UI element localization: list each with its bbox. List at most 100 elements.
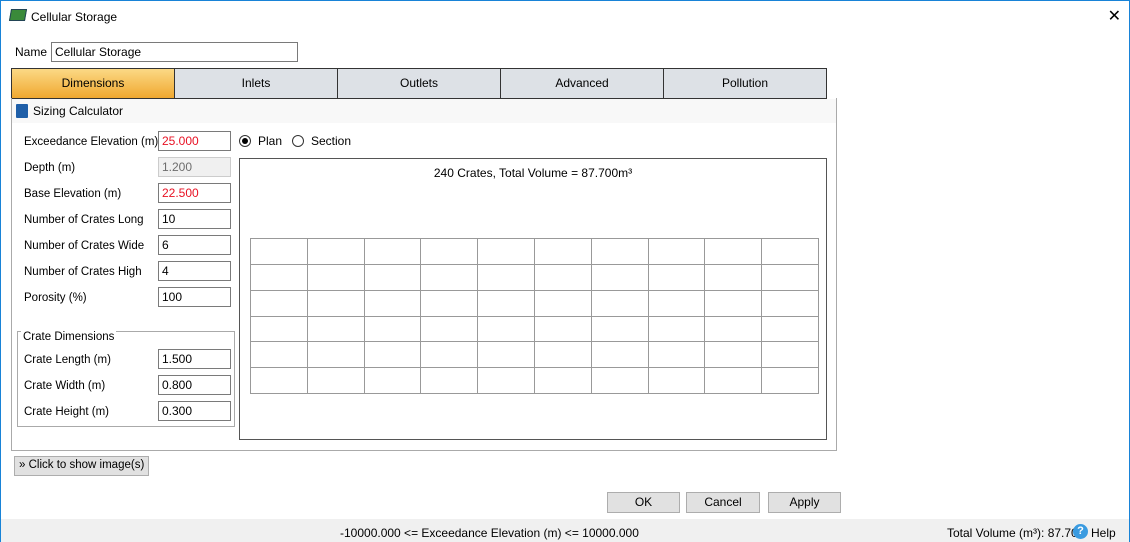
crate-cell xyxy=(251,368,308,394)
double-chevron-down-icon: » xyxy=(19,459,26,471)
crate-cell xyxy=(251,342,308,369)
crate-cell xyxy=(762,290,819,317)
section-label: Section xyxy=(311,134,352,148)
plan-label: Plan xyxy=(258,134,283,148)
show-images-button[interactable]: » Click to show image(s) xyxy=(14,456,150,476)
crate-cell xyxy=(762,239,819,265)
crate-cell xyxy=(705,342,763,369)
close-button[interactable]: ✕ xyxy=(1108,6,1121,26)
field-input[interactable] xyxy=(158,261,231,281)
apply-button[interactable]: Apply xyxy=(768,492,841,513)
cellular-storage-icon xyxy=(8,9,28,21)
crate-cell xyxy=(705,368,763,394)
crate-cell xyxy=(648,290,706,317)
crate-cell xyxy=(534,290,592,317)
crate-field-input[interactable] xyxy=(158,401,231,421)
crate-cell xyxy=(648,239,706,265)
crate-cell xyxy=(648,368,706,394)
crate-field-label: Crate Height (m) xyxy=(24,406,109,418)
crate-cell xyxy=(364,368,422,394)
crate-cell xyxy=(251,239,308,265)
crate-cell xyxy=(534,368,592,394)
name-label: Name xyxy=(15,45,48,59)
crate-cell xyxy=(307,368,365,394)
crate-cell xyxy=(534,264,592,291)
cancel-button[interactable]: Cancel xyxy=(686,492,760,513)
field-label: Depth (m) xyxy=(24,162,76,174)
field-label: Base Elevation (m) xyxy=(24,188,122,200)
crate-cell xyxy=(591,290,649,317)
crate-cell xyxy=(705,264,763,291)
calculator-icon xyxy=(16,104,28,118)
crate-cell xyxy=(307,239,365,265)
crate-cell xyxy=(705,316,763,343)
crate-cell xyxy=(591,368,649,394)
tab-inlets[interactable]: Inlets xyxy=(175,69,338,98)
total-volume: Total Volume (m³): 87.700 xyxy=(947,526,1085,540)
crate-cell xyxy=(591,264,649,291)
crate-cell xyxy=(478,368,535,394)
crate-cell xyxy=(307,342,365,369)
crate-cell xyxy=(364,342,422,369)
crate-cell xyxy=(364,239,422,265)
crate-cell xyxy=(251,264,308,291)
field-label: Number of Crates High xyxy=(24,266,142,278)
tab-pollution[interactable]: Pollution xyxy=(664,69,826,98)
crate-cell xyxy=(478,290,535,317)
crate-cell xyxy=(762,316,819,343)
crate-cell xyxy=(421,316,479,343)
crate-cell xyxy=(762,264,819,291)
dialog-window: Cellular Storage ✕ Name Dimensions Inlet… xyxy=(0,0,1130,542)
tab-dimensions[interactable]: Dimensions xyxy=(12,69,175,98)
crate-cell xyxy=(648,316,706,343)
tab-advanced[interactable]: Advanced xyxy=(501,69,664,98)
crate-cell xyxy=(534,316,592,343)
crate-cell xyxy=(421,290,479,317)
crate-cell xyxy=(762,342,819,369)
tab-bar: Dimensions Inlets Outlets Advanced Pollu… xyxy=(11,68,827,99)
field-input[interactable] xyxy=(158,287,231,307)
crate-field-label: Crate Length (m) xyxy=(24,354,111,366)
crate-cell xyxy=(591,316,649,343)
plan-radio[interactable] xyxy=(239,135,251,147)
field-label: Porosity (%) xyxy=(24,292,87,304)
field-input[interactable] xyxy=(158,235,231,255)
window-title: Cellular Storage xyxy=(31,10,118,24)
crate-cell xyxy=(421,239,479,265)
tab-outlets[interactable]: Outlets xyxy=(338,69,501,98)
crate-cell xyxy=(705,290,763,317)
help-link[interactable]: Help xyxy=(1091,526,1116,540)
ok-button[interactable]: OK xyxy=(607,492,680,513)
crate-cell xyxy=(591,342,649,369)
section-title: Sizing Calculator xyxy=(33,104,124,118)
crate-cell xyxy=(478,239,535,265)
field-label: Exceedance Elevation (m) xyxy=(24,136,159,148)
field-label: Number of Crates Long xyxy=(24,214,144,226)
crate-cell xyxy=(534,342,592,369)
crate-cell xyxy=(591,239,649,265)
crate-cell xyxy=(421,342,479,369)
crate-cell xyxy=(364,290,422,317)
crate-cell xyxy=(478,316,535,343)
crate-cell xyxy=(364,264,422,291)
name-input[interactable] xyxy=(51,42,298,62)
crate-cell xyxy=(648,342,706,369)
help-icon[interactable]: ? xyxy=(1073,524,1088,539)
crate-grid xyxy=(250,238,819,394)
crate-field-input[interactable] xyxy=(158,375,231,395)
field-input xyxy=(158,157,231,177)
crate-cell xyxy=(421,264,479,291)
crate-cell xyxy=(251,316,308,343)
section-radio[interactable] xyxy=(292,135,304,147)
crate-cell xyxy=(307,290,365,317)
crate-dimensions-title: Crate Dimensions xyxy=(21,331,117,343)
field-input[interactable] xyxy=(158,131,231,151)
field-input[interactable] xyxy=(158,209,231,229)
field-input[interactable] xyxy=(158,183,231,203)
crate-cell xyxy=(762,368,819,394)
crate-field-label: Crate Width (m) xyxy=(24,380,106,392)
crate-field-input[interactable] xyxy=(158,349,231,369)
crate-cell xyxy=(421,368,479,394)
status-message: -10000.000 <= Exceedance Elevation (m) <… xyxy=(340,526,639,540)
crate-cell xyxy=(307,316,365,343)
